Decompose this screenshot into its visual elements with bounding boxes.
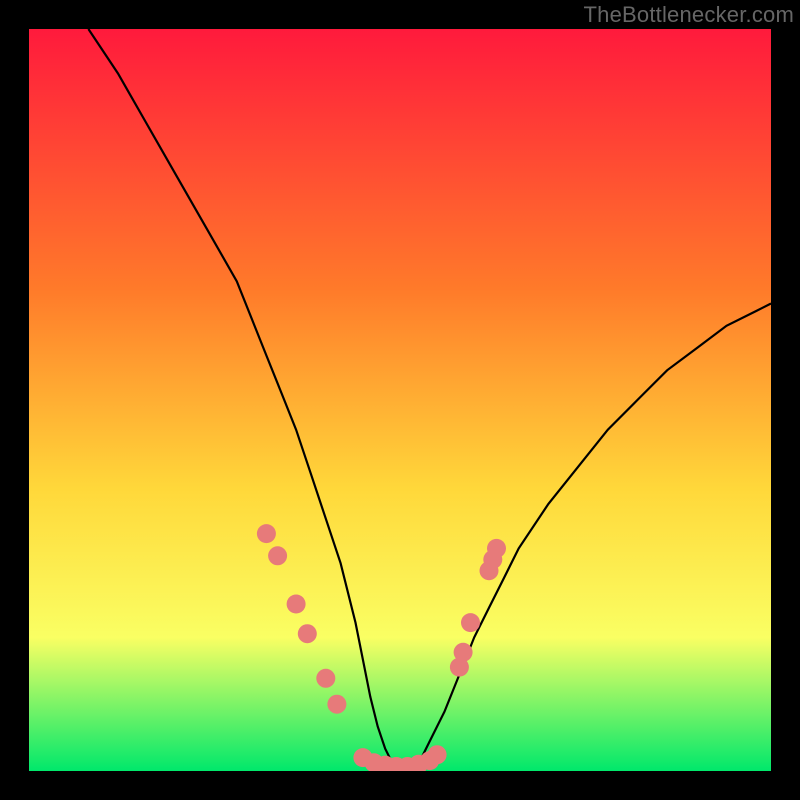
data-marker [487,539,506,558]
watermark-text: TheBottlenecker.com [584,2,794,28]
data-marker [316,669,335,688]
data-marker [327,695,346,714]
gradient-bg [29,29,771,771]
data-marker [428,745,447,764]
data-marker [298,624,317,643]
data-marker [461,613,480,632]
chart-svg [29,29,771,771]
data-marker [454,643,473,662]
chart-frame [29,29,771,771]
data-marker [268,546,287,565]
data-marker [257,524,276,543]
data-marker [287,595,306,614]
